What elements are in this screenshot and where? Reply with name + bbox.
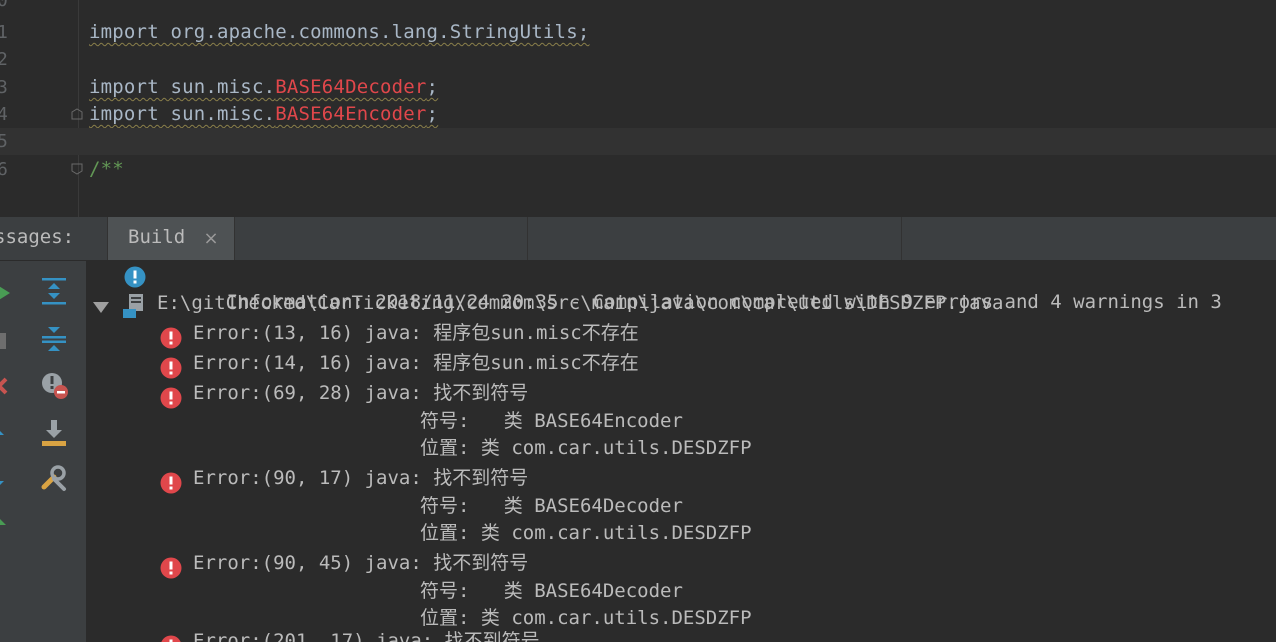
code-line[interactable]: 6 /**: [0, 156, 1276, 183]
code-line[interactable]: 1 import org.apache.commons.lang.StringUt…: [0, 19, 1276, 46]
stop-icon[interactable]: [0, 325, 12, 357]
code-line[interactable]: 2: [0, 46, 1276, 73]
error-position: Error:(14, 16): [193, 352, 365, 374]
tab-build[interactable]: Build ×: [107, 217, 235, 260]
error-text: java: 找不到符号: [376, 630, 540, 642]
error-detail: 符号: 类 BASE64Decoder: [420, 495, 683, 517]
messages-tree[interactable]: Information: 2018/11/24 20:35 - Compilat…: [87, 261, 1276, 642]
info-message[interactable]: Information: 2018/11/24 20:35 - Compilat…: [158, 261, 1222, 313]
error-message[interactable]: Error:(14, 16) java: 程序包sun.misc不存在: [193, 349, 639, 377]
ide-window: 0 1 import org.apache.commons.lang.StringU…: [0, 0, 1276, 642]
code-text: import sun.misc.BASE64Encoder;: [89, 101, 438, 128]
error-icon: [160, 327, 182, 349]
unresolved-symbol: BASE64Decoder: [275, 76, 427, 98]
file-path[interactable]: E:\gitChecked\CarTicketing\commom\src\ma…: [157, 289, 1003, 317]
code-text: /**: [89, 156, 124, 183]
line-number: 2: [0, 49, 8, 70]
messages-toolbar: [0, 261, 87, 642]
info-icon: [124, 266, 146, 288]
line-number: 3: [0, 77, 8, 98]
code-text: import sun.misc.BASE64Decoder;: [89, 74, 438, 101]
previous-icon[interactable]: [0, 417, 12, 449]
fold-marker-icon[interactable]: [71, 108, 83, 120]
line-number: 6: [0, 159, 8, 180]
error-detail: 符号: 类 BASE64Decoder: [420, 580, 683, 602]
error-icon: [160, 357, 182, 379]
code-token: import org.apache.commons.lang.StringUti…: [89, 21, 590, 43]
error-text: java: 找不到符号: [364, 552, 529, 574]
line-number: 5: [0, 131, 8, 152]
error-text: java: 找不到符号: [364, 467, 529, 489]
error-message[interactable]: Error:(90, 17) java: 找不到符号: [193, 464, 528, 492]
error-icon: [160, 557, 182, 579]
tab-divider: [901, 217, 902, 260]
error-text: java: 程序包sun.misc不存在: [364, 352, 639, 374]
error-message[interactable]: Error:(201, 17) java: 找不到符号: [193, 627, 540, 642]
line-number: 0: [0, 0, 8, 11]
code-token: import sun.misc.: [89, 76, 276, 98]
close-icon[interactable]: [0, 369, 14, 401]
collapse-all-icon[interactable]: [38, 323, 70, 355]
code-line[interactable]: 4 import sun.misc.BASE64Encoder;: [0, 101, 1276, 128]
unresolved-symbol: BASE64Encoder: [275, 103, 427, 125]
messages-tab-bar: ssages: Build ×: [0, 217, 1276, 261]
code-token: /**: [89, 158, 124, 180]
error-icon: [160, 387, 182, 409]
error-message[interactable]: Error:(69, 28) java: 找不到符号: [193, 379, 528, 407]
code-token: ;: [426, 103, 439, 125]
error-message[interactable]: Error:(13, 16) java: 程序包sun.misc不存在: [193, 319, 639, 347]
expand-all-icon[interactable]: [38, 275, 70, 307]
messages-panel-title: ssages:: [0, 226, 75, 248]
code-token: ;: [426, 76, 439, 98]
error-message[interactable]: Error:(90, 45) java: 找不到符号: [193, 549, 528, 577]
tree-collapse-arrow-icon[interactable]: [90, 296, 112, 318]
error-text: java: 程序包sun.misc不存在: [364, 322, 639, 344]
error-position: Error:(201, 17): [193, 630, 377, 642]
error-position: Error:(90, 45): [193, 552, 365, 574]
settings-wrench-icon[interactable]: [38, 463, 70, 495]
hide-warnings-icon[interactable]: [38, 369, 70, 401]
error-icon: [160, 635, 182, 642]
tab-build-label: Build: [128, 226, 186, 248]
code-token: import sun.misc.: [89, 103, 276, 125]
error-position: Error:(90, 17): [193, 467, 365, 489]
java-file-icon: [122, 293, 144, 318]
line-number: 1: [0, 22, 8, 43]
tab-divider: [527, 217, 528, 260]
error-text: java: 找不到符号: [364, 382, 529, 404]
error-detail: 符号: 类 BASE64Encoder: [420, 410, 683, 432]
rerun-icon[interactable]: [0, 277, 18, 309]
line-number: 4: [0, 104, 8, 125]
error-position: Error:(13, 16): [193, 322, 365, 344]
error-icon: [160, 472, 182, 494]
next-icon[interactable]: [0, 467, 12, 499]
code-line[interactable]: 3 import sun.misc.BASE64Decoder;: [0, 74, 1276, 101]
error-detail: 位置: 类 com.car.utils.DESDZFP: [420, 522, 752, 544]
fold-marker-icon[interactable]: [71, 163, 83, 175]
export-up-icon[interactable]: [0, 511, 12, 543]
export-icon[interactable]: [38, 417, 70, 449]
code-line[interactable]: 5: [0, 128, 1276, 155]
code-text: import org.apache.commons.lang.StringUti…: [89, 19, 589, 46]
error-detail: 位置: 类 com.car.utils.DESDZFP: [420, 437, 752, 459]
tab-close-icon[interactable]: ×: [202, 230, 220, 248]
code-line[interactable]: 0: [0, 0, 1276, 14]
error-position: Error:(69, 28): [193, 382, 365, 404]
code-editor[interactable]: 0 1 import org.apache.commons.lang.StringU…: [0, 0, 1276, 217]
